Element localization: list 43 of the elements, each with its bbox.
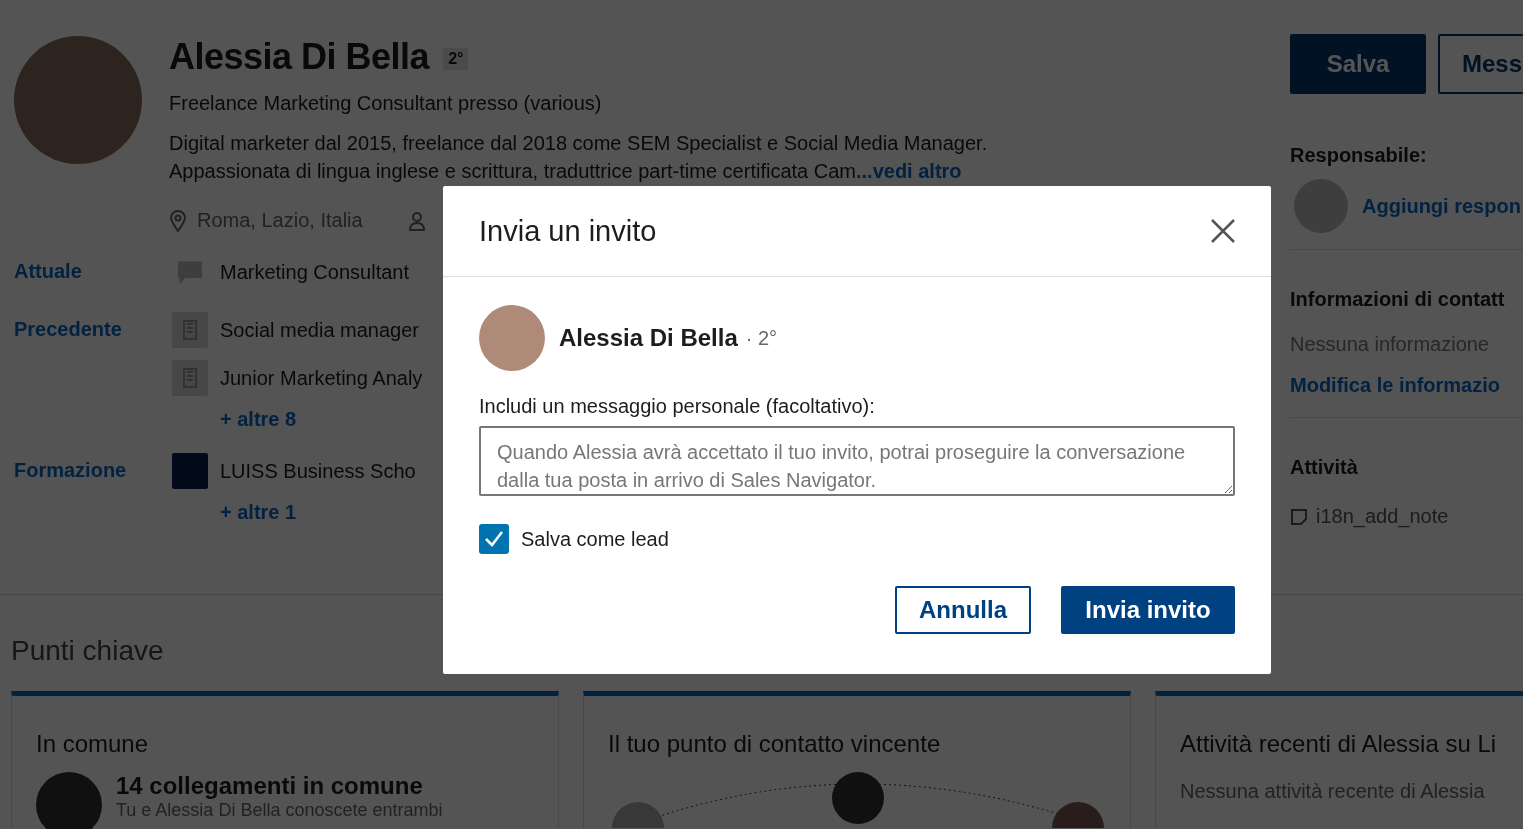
avatar-placeholder (36, 772, 102, 829)
save-lead-checkbox[interactable] (479, 524, 509, 554)
degree-badge: 2° (443, 48, 469, 70)
position-text: Marketing Consultant (220, 260, 409, 284)
profile-summary: Digital marketer dal 2015, freelance dal 2018 come SEM Specialist e Social Media Manager. Appassionata di lingua inglese e scrittura, traduttrice part-time certificata Cam...vedi altro (169, 131, 988, 184)
location-pin-icon (169, 209, 187, 232)
position-text: Junior Marketing Analy (220, 366, 423, 390)
invitee-degree: · 2° (745, 326, 778, 350)
school-logo-icon (172, 453, 208, 489)
see-more-link[interactable]: ...vedi altro (856, 160, 962, 182)
card-title: In comune (36, 730, 150, 758)
cancel-button[interactable]: Annulla (895, 586, 1031, 634)
dialog-title: Invia un invito (479, 214, 657, 248)
card-title: Attività recenti di Alessia su Li (1180, 730, 1498, 758)
card-title: Il tuo punto di contatto vincente (608, 730, 942, 758)
add-owner-link[interactable]: Aggiungi respon (1362, 194, 1521, 218)
profile-name: Alessia Di Bella (169, 36, 430, 78)
section-label: Attuale (14, 259, 83, 284)
section-label: Formazione (14, 458, 128, 483)
activity-title: Attività (1290, 456, 1359, 479)
save-button[interactable]: Salva (1290, 34, 1426, 94)
message-field[interactable]: Quando Alessia avrà accettato il tuo invito, potrai proseguire la conversazione dalla tua posta in arrivo di Sales Navigator. (479, 426, 1235, 496)
section-label: Precedente (14, 317, 123, 342)
highlights-title: Punti chiave (11, 635, 165, 667)
profile-headline: Freelance Marketing Consultant presso (various) (169, 92, 603, 115)
invitee-name: Alessia Di Bella (559, 324, 738, 352)
note-icon (1290, 507, 1308, 526)
send-invite-button[interactable]: Invia invito (1061, 586, 1235, 634)
contact-info-title: Informazioni di contatt (1290, 288, 1506, 311)
mutual-connections-count: 14 collegamenti in comune (116, 772, 424, 800)
position-text: Social media manager (220, 318, 419, 342)
building-logo-icon (172, 312, 208, 348)
building-logo-icon (172, 360, 208, 396)
close-button[interactable] (1209, 217, 1237, 245)
show-more-link[interactable]: + altre 1 (220, 501, 416, 524)
position-text: LUISS Business Scho (220, 459, 416, 483)
edit-contact-link[interactable]: Modifica le informazio (1290, 374, 1523, 397)
save-lead-label: Salva come lead (521, 527, 669, 551)
owner-title: Responsabile: (1290, 144, 1428, 167)
add-note-text: i18n_add_note (1316, 505, 1449, 528)
message-label: Includi un messaggio personale (facoltativo): (479, 395, 876, 418)
show-more-link[interactable]: + altre 8 (220, 408, 423, 431)
message-button[interactable]: Mess (1438, 34, 1523, 94)
